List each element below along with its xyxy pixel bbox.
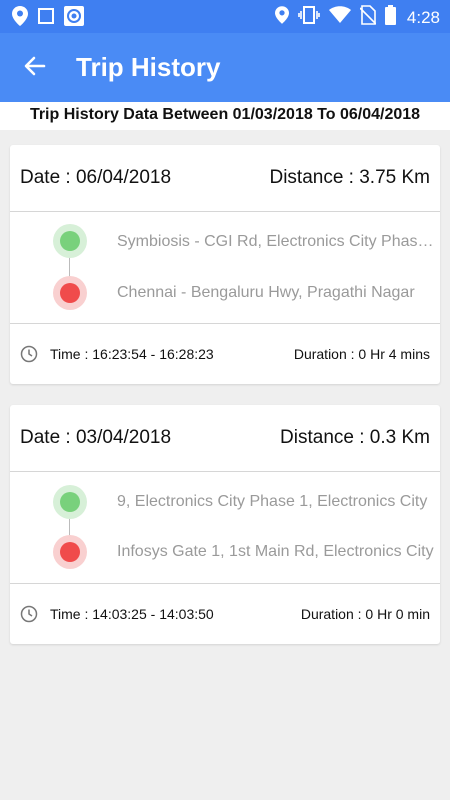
page-title: Trip History: [76, 52, 221, 82]
battery-icon: [384, 5, 396, 30]
trip-route: Symbiosis - CGI Rd, Electronics City Pha…: [10, 212, 440, 324]
end-address: Chennai - Bengaluru Hwy, Pragathi Nagar: [117, 284, 415, 301]
location-icon: [12, 6, 28, 31]
trip-duration: Duration : 0 Hr 0 min: [300, 606, 430, 622]
clock-icon: [20, 604, 40, 624]
start-marker-icon: [53, 224, 87, 258]
trip-card-header: Date : 06/04/2018 Distance : 3.75 Km: [10, 145, 440, 212]
trip-card-footer: Time : 14:03:25 - 14:03:50 Duration : 0 …: [10, 584, 440, 644]
end-address: Infosys Gate 1, 1st Main Rd, Electronics…: [117, 543, 434, 560]
trip-duration: Duration : 0 Hr 4 mins: [293, 346, 430, 362]
trip-date: Date : 03/04/2018: [20, 427, 172, 448]
date-range-header: Trip History Data Between 01/03/2018 To …: [0, 102, 450, 130]
wifi-icon: [328, 6, 351, 29]
trip-card[interactable]: Date : 06/04/2018 Distance : 3.75 Km Sym…: [10, 145, 440, 384]
trip-card-footer: Time : 16:23:54 - 16:28:23 Duration : 0 …: [10, 324, 440, 384]
square-icon: [38, 8, 54, 29]
clock-icon: [20, 344, 40, 364]
no-sim-icon: [359, 5, 377, 30]
location-icon: [274, 6, 289, 29]
trip-route: 9, Electronics City Phase 1, Electronics…: [10, 472, 440, 584]
end-marker-icon: [53, 535, 87, 569]
trip-time: Time : 14:03:25 - 14:03:50: [50, 606, 214, 622]
trip-date: Date : 06/04/2018: [20, 167, 172, 188]
vibrate-icon: [298, 6, 320, 29]
app-bar: Trip History: [0, 33, 450, 102]
trip-time: Time : 16:23:54 - 16:28:23: [50, 346, 214, 362]
trip-distance: Distance : 3.75 Km: [269, 167, 430, 188]
trip-distance: Distance : 0.3 Km: [280, 427, 430, 448]
trip-card-header: Date : 03/04/2018 Distance : 0.3 Km: [10, 405, 440, 472]
end-marker-icon: [53, 276, 87, 310]
trip-card[interactable]: Date : 03/04/2018 Distance : 0.3 Km 9, E…: [10, 405, 440, 644]
status-bar: 4:28: [0, 0, 450, 33]
clock-time: 4:28: [406, 7, 440, 27]
start-address: 9, Electronics City Phase 1, Electronics…: [117, 493, 428, 510]
start-marker-icon: [53, 485, 87, 519]
app-notification-icon: [64, 6, 84, 31]
start-address: Symbiosis - CGI Rd, Electronics City Pha…: [117, 233, 439, 250]
arrow-back-icon[interactable]: [23, 54, 47, 83]
back-button[interactable]: [20, 53, 50, 83]
